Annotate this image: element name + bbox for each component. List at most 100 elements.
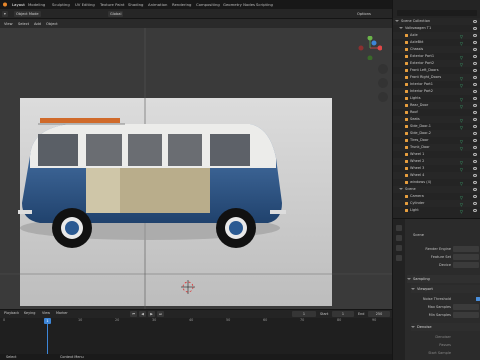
noise-threshold-checkbox[interactable] [476,297,480,301]
visibility-eye-icon[interactable] [473,90,477,93]
outliner-item[interactable]: Exterior Part1 ▽ [393,53,480,60]
play-button[interactable]: ▶ [148,311,155,317]
tab-rendering[interactable]: Rendering [172,2,191,7]
playback-menu[interactable]: Playback [4,311,19,315]
outliner-item[interactable]: Lights ▽ [393,95,480,102]
device-dropdown[interactable] [453,262,479,268]
pan-icon[interactable] [378,78,388,88]
outliner-item[interactable]: Wheel 2 ▽ [393,158,480,165]
outliner-item[interactable]: Exterior Part2 ▽ [393,60,480,67]
jump-start-button[interactable]: ⏮ [130,311,137,317]
outliner-item[interactable]: AxleBkt ▽ [393,39,480,46]
tab-compositing[interactable]: Compositing [196,2,220,7]
end-frame-field[interactable]: 250 [368,311,390,317]
tab-animation[interactable]: Animation [148,2,167,7]
orientation-dropdown[interactable]: Global [108,11,124,17]
visibility-eye-icon[interactable] [473,34,477,37]
marker-menu[interactable]: Marker [56,311,68,315]
3d-viewport[interactable] [0,28,392,309]
view-menu[interactable]: View [2,20,15,27]
output-properties-icon[interactable] [396,235,402,241]
visibility-eye-icon[interactable] [473,76,477,79]
outliner-scene-collection[interactable]: Scene Collection [393,18,480,25]
outliner-item[interactable]: Rear_Door ▽ [393,102,480,109]
expand-icon[interactable] [399,188,403,190]
current-frame-field[interactable]: 1 [292,311,316,317]
visibility-eye-icon[interactable] [473,118,477,121]
tab-shading[interactable]: Shading [128,2,143,7]
outliner-item[interactable]: Tires_Door ▽ [393,137,480,144]
outliner-item[interactable]: Seats ▽ [393,116,480,123]
outliner-item[interactable]: windows (4) ▽ [393,179,480,186]
select-menu[interactable]: Select [16,20,32,27]
render-engine-dropdown[interactable] [453,246,479,252]
visibility-eye-icon[interactable] [473,125,477,128]
visibility-eye-icon[interactable] [473,209,477,212]
play-reverse-button[interactable]: ◀ [139,311,146,317]
visibility-eye-icon[interactable] [473,188,477,191]
denoise-subpanel-header[interactable]: Denoise [411,323,480,331]
outliner-item[interactable]: Wheel 3 ▽ [393,165,480,172]
outliner-search-input[interactable] [397,10,477,16]
outliner-item[interactable]: Trunk_Door ▽ [393,144,480,151]
tab-scripting[interactable]: Scripting [256,2,273,7]
outliner-item[interactable]: Camera ▽ [393,193,480,200]
zoom-icon[interactable] [378,64,388,74]
visibility-eye-icon[interactable] [473,48,477,51]
tab-uv-editing[interactable]: UV Editing [75,2,95,7]
render-properties-icon[interactable] [396,225,402,231]
outliner-item[interactable]: Wheel 4 [393,172,480,179]
outliner-item[interactable]: Wheel 1 [393,151,480,158]
object-menu[interactable]: Object [44,20,60,27]
tab-modeling[interactable]: Modeling [28,2,45,7]
outliner-item[interactable]: Front Right_Doors ▽ [393,74,480,81]
visibility-eye-icon[interactable] [473,202,477,205]
options-menu[interactable]: Options [355,11,373,17]
outliner-item[interactable]: Front Left_Doors [393,67,480,74]
visibility-eye-icon[interactable] [473,195,477,198]
viewport-subpanel-header[interactable]: Viewport [411,285,480,293]
camera-view-icon[interactable] [378,92,388,102]
visibility-eye-icon[interactable] [473,146,477,149]
outliner-item[interactable]: Interior Part2 [393,88,480,95]
min-samples-field[interactable] [453,312,479,318]
expand-icon[interactable] [399,27,403,29]
outliner-collection[interactable]: Volkswagen T1 [393,25,480,32]
outliner-item[interactable]: Side_Door-2 [393,130,480,137]
timeline-track-area[interactable] [0,318,392,354]
feature-set-dropdown[interactable] [453,254,479,260]
navigation-gizmo-icon[interactable] [358,36,382,60]
visibility-eye-icon[interactable] [473,132,477,135]
outliner-item[interactable]: Chassis [393,46,480,53]
visibility-eye-icon[interactable] [473,27,477,30]
add-menu[interactable]: Add [32,20,43,27]
outliner-item[interactable]: Light ▽ [393,207,480,214]
visibility-eye-icon[interactable] [473,153,477,156]
tab-texture-paint[interactable]: Texture Paint [100,2,125,7]
visibility-eye-icon[interactable] [473,69,477,72]
visibility-eye-icon[interactable] [473,139,477,142]
outliner-item[interactable]: Side_Door-1 ▽ [393,123,480,130]
tab-layout[interactable]: Layout [12,2,25,7]
tab-sculpting[interactable]: Sculpting [52,2,70,7]
visibility-eye-icon[interactable] [473,181,477,184]
keying-menu[interactable]: Keying [24,311,35,315]
sampling-panel-header[interactable]: Sampling [407,275,480,283]
jump-end-button[interactable]: ⏭ [157,311,164,317]
visibility-eye-icon[interactable] [473,55,477,58]
outliner-item[interactable]: Roof [393,109,480,116]
object-mode-dropdown[interactable]: Object Mode [14,11,41,17]
start-frame-field[interactable]: 1 [332,311,354,317]
outliner-item[interactable]: Axle ▽ [393,32,480,39]
outliner-collection-scene[interactable]: Scene [393,186,480,193]
max-samples-field[interactable] [453,304,479,310]
visibility-eye-icon[interactable] [473,83,477,86]
editor-type-button[interactable]: ▾ [2,11,8,17]
blender-logo-icon[interactable] [2,2,8,8]
visibility-eye-icon[interactable] [473,167,477,170]
timeline-view-menu[interactable]: View [42,311,50,315]
visibility-eye-icon[interactable] [473,111,477,114]
tab-geometry-nodes[interactable]: Geometry Nodes [223,2,255,7]
visibility-eye-icon[interactable] [473,174,477,177]
visibility-eye-icon[interactable] [473,20,477,23]
